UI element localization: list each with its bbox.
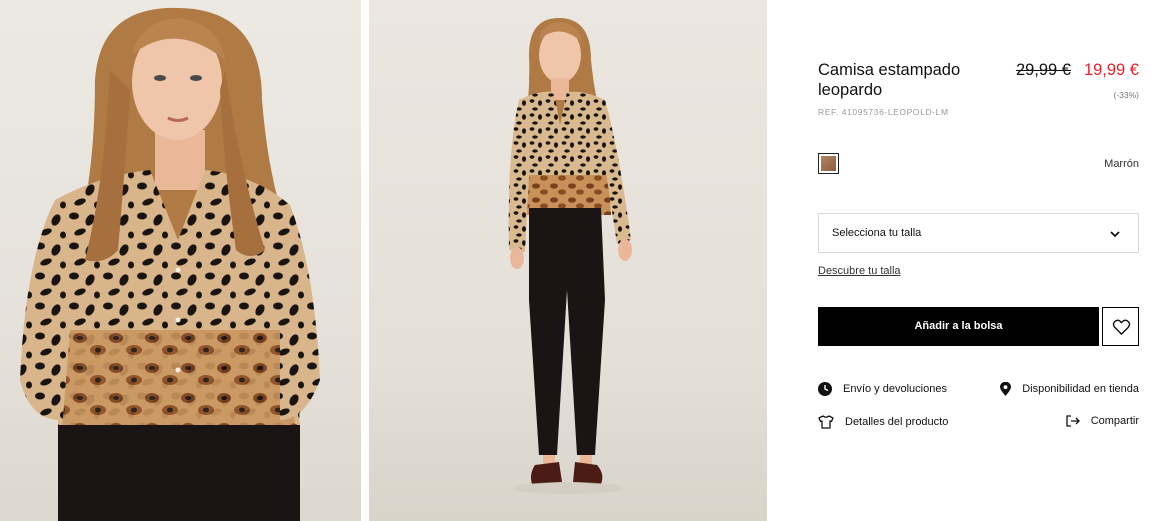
size-select-label: Selecciona tu talla [832,227,922,239]
size-select-dropdown[interactable]: Selecciona tu talla [818,213,1139,253]
discount-badge: (-33%) [1113,90,1139,100]
model-fullbody-illustration [508,18,632,494]
product-photo-front[interactable] [0,0,361,521]
sale-price: 19,99 € [1083,61,1139,79]
shipping-returns-label: Envío y devoluciones [843,383,947,395]
original-price: 29,99 € [1015,61,1071,79]
shipping-returns-link[interactable]: Envío y devoluciones [818,382,947,396]
shirt-icon [818,415,834,429]
color-swatch-brown[interactable] [818,153,839,174]
product-title: Camisa estampado leopardo [818,61,961,99]
store-availability-link[interactable]: Disponibilidad en tienda [1000,382,1139,396]
selected-color-name: Marrón [1104,158,1139,170]
size-guide-link[interactable]: Descubre tu talla [818,265,901,277]
share-label: Compartir [1090,415,1139,427]
clock-icon [818,382,832,396]
model-closeup-illustration [20,7,320,521]
add-to-bag-button[interactable]: Añadir a la bolsa [818,307,1099,346]
chevron-down-icon [1110,231,1120,238]
product-details-label: Detalles del producto [845,416,949,428]
heart-icon [1112,319,1131,335]
product-reference: REF. 41095736-LEOPOLD-LM [818,107,949,117]
product-photo-full[interactable] [369,0,767,521]
share-icon [1066,415,1080,427]
product-info-panel: Camisa estampado leopardo 29,99 € 19,99 … [818,0,1139,521]
wishlist-button[interactable] [1102,307,1139,346]
color-swatch-fill [821,156,836,171]
store-availability-label: Disponibilidad en tienda [1022,383,1139,395]
product-details-link[interactable]: Detalles del producto [818,415,948,429]
location-pin-icon [1000,382,1012,396]
share-link[interactable]: Compartir [1066,415,1139,427]
